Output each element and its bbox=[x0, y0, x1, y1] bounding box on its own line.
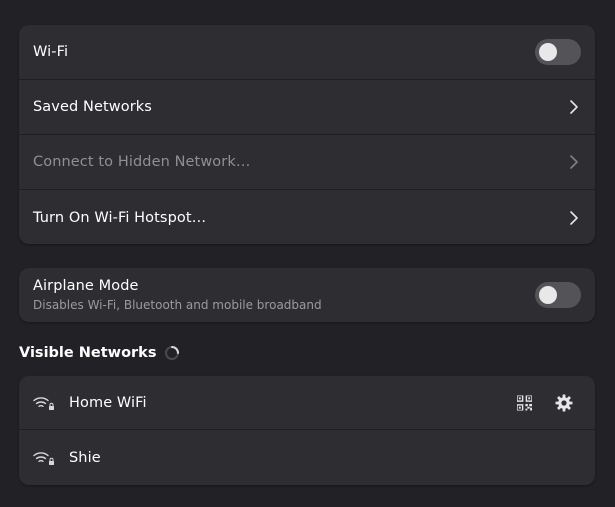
saved-networks-label: Saved Networks bbox=[33, 99, 152, 115]
airplane-mode-title: Airplane Mode bbox=[33, 278, 139, 294]
visible-networks-title: Visible Networks bbox=[19, 345, 157, 361]
network-name: Shie bbox=[69, 449, 101, 466]
wifi-toggle-row[interactable]: Wi-Fi bbox=[19, 25, 595, 80]
hotspot-row[interactable]: Turn On Wi-Fi Hotspot… bbox=[19, 190, 595, 244]
airplane-mode-switch[interactable] bbox=[535, 282, 581, 308]
qr-code-icon[interactable] bbox=[517, 395, 532, 410]
chevron-right-icon bbox=[570, 210, 578, 225]
airplane-mode-row[interactable]: Airplane Mode Disables Wi-Fi, Bluetooth … bbox=[19, 268, 595, 322]
visible-networks-heading: Visible Networks bbox=[19, 345, 180, 361]
hidden-network-row[interactable]: Connect to Hidden Network… bbox=[19, 135, 595, 190]
network-row-shie[interactable]: Shie bbox=[19, 430, 595, 485]
wifi-secured-icon bbox=[33, 396, 54, 410]
chevron-right-icon bbox=[570, 155, 578, 169]
wifi-card: Wi-Fi Saved Networks Connect to Hidden N… bbox=[19, 25, 595, 244]
wifi-switch[interactable] bbox=[535, 39, 581, 65]
wifi-settings-page: Wi-Fi Saved Networks Connect to Hidden N… bbox=[0, 0, 615, 507]
hidden-network-label: Connect to Hidden Network… bbox=[33, 154, 251, 170]
loading-spinner-icon bbox=[165, 346, 180, 360]
hotspot-label: Turn On Wi-Fi Hotspot… bbox=[33, 209, 207, 226]
chevron-right-icon bbox=[570, 100, 578, 114]
wifi-secured-icon bbox=[33, 451, 54, 465]
airplane-mode-switch-knob bbox=[539, 286, 557, 304]
gear-icon[interactable] bbox=[555, 394, 573, 412]
network-row-home-wifi[interactable]: Home WiFi bbox=[19, 376, 595, 430]
network-name: Home WiFi bbox=[69, 394, 147, 411]
wifi-switch-knob bbox=[539, 43, 557, 61]
airplane-mode-subtitle: Disables Wi-Fi, Bluetooth and mobile bro… bbox=[33, 298, 322, 312]
visible-networks-card: Home WiFi Shie bbox=[19, 376, 595, 485]
wifi-label: Wi-Fi bbox=[33, 44, 69, 60]
saved-networks-row[interactable]: Saved Networks bbox=[19, 80, 595, 135]
airplane-mode-card: Airplane Mode Disables Wi-Fi, Bluetooth … bbox=[19, 268, 595, 322]
